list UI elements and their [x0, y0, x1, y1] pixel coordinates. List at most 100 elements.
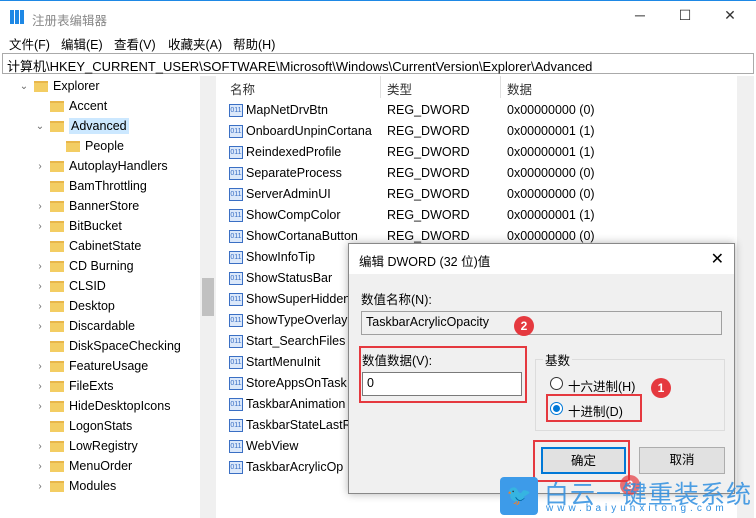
folder-icon — [50, 480, 64, 492]
dialog-title: 编辑 DWORD (32 位)值 — [359, 255, 491, 269]
tree-item[interactable]: DiskSpaceChecking — [34, 336, 181, 356]
dword-value-icon: 011 — [229, 104, 243, 117]
chevron-right-icon[interactable]: › — [34, 321, 46, 332]
value-type: REG_DWORD — [387, 187, 470, 201]
table-row[interactable]: 011 ShowCompColor REG_DWORD 0x00000001 (1) — [222, 205, 742, 226]
decimal-radio[interactable] — [550, 402, 563, 415]
value-name: TaskbarAcrylicOp — [246, 460, 344, 474]
tree-item[interactable]: › BannerStore — [34, 196, 139, 216]
tree-item-label: Discardable — [69, 319, 136, 333]
folder-icon — [50, 440, 64, 452]
tree-item[interactable]: › FeatureUsage — [34, 356, 148, 376]
value-name: ServerAdminUI — [246, 187, 331, 201]
table-row[interactable]: 011 OnboardUnpinCortana REG_DWORD 0x0000000… — [222, 121, 742, 142]
menu-file[interactable]: 文件(F) — [9, 34, 50, 53]
tree-item[interactable]: › Desktop — [34, 296, 115, 316]
dword-value-icon: 011 — [229, 461, 243, 474]
table-row[interactable]: 011 ReindexedProfile REG_DWORD 0x00000001 (… — [222, 142, 742, 163]
dialog-close-button[interactable]: ✕ — [711, 249, 724, 269]
menu-view[interactable]: 查看(V) — [114, 34, 156, 53]
chevron-down-icon[interactable]: ⌄ — [18, 81, 30, 92]
chevron-right-icon[interactable]: › — [34, 361, 46, 372]
chevron-down-icon[interactable]: ⌄ — [34, 121, 46, 132]
tree-item[interactable]: › LowRegistry — [34, 436, 137, 456]
chevron-right-icon[interactable]: › — [34, 381, 46, 392]
folder-icon — [50, 260, 64, 272]
chevron-right-icon[interactable]: › — [34, 281, 46, 292]
value-data-input[interactable]: 0 — [362, 372, 522, 396]
chevron-right-icon[interactable]: › — [34, 201, 46, 212]
watermark: 🐦 3 白云一键重装系统 www.baiyunxitong.com — [500, 475, 756, 518]
chevron-right-icon[interactable]: › — [34, 481, 46, 492]
tree-item[interactable]: › FileExts — [34, 376, 113, 396]
chevron-right-icon[interactable]: › — [34, 221, 46, 232]
value-type: REG_DWORD — [387, 208, 470, 222]
table-row[interactable]: 011 MapNetDrvBtn REG_DWORD 0x00000000 (0) — [222, 100, 742, 121]
dword-value-icon: 011 — [229, 398, 243, 411]
column-header-name[interactable]: 名称 — [230, 79, 255, 98]
hex-radio[interactable] — [550, 377, 563, 390]
table-row[interactable]: 011 ServerAdminUI REG_DWORD 0x00000000 (0) — [222, 184, 742, 205]
cancel-button[interactable]: 取消 — [639, 447, 725, 474]
chevron-right-icon[interactable]: › — [34, 161, 46, 172]
hex-label[interactable]: 十六进制(H) — [568, 376, 635, 395]
tree-item[interactable]: LogonStats — [34, 416, 132, 436]
chevron-right-icon[interactable]: › — [34, 461, 46, 472]
tree-item[interactable]: CabinetState — [34, 236, 141, 256]
ok-button[interactable]: 确定 — [541, 447, 626, 474]
minimize-button[interactable]: ─ — [625, 7, 655, 27]
menu-help[interactable]: 帮助(H) — [233, 34, 275, 53]
dword-value-icon: 011 — [229, 167, 243, 180]
column-header-type[interactable]: 类型 — [387, 79, 412, 98]
tree-item[interactable]: › HideDesktopIcons — [34, 396, 170, 416]
folder-icon — [50, 460, 64, 472]
tree-item[interactable]: Accent — [34, 96, 107, 116]
folder-icon — [50, 240, 64, 252]
chevron-right-icon[interactable]: › — [34, 441, 46, 452]
folder-icon — [50, 220, 64, 232]
tree-item[interactable]: › Modules — [34, 476, 116, 496]
tree-item[interactable]: › CD Burning — [34, 256, 134, 276]
tree-item[interactable]: People — [50, 136, 124, 156]
tree-item-label: CLSID — [69, 279, 106, 293]
address-bar[interactable]: 计算机\HKEY_CURRENT_USER\SOFTWARE\Microsoft… — [2, 53, 754, 74]
tree-item[interactable]: › CLSID — [34, 276, 106, 296]
chevron-right-icon[interactable]: › — [34, 301, 46, 312]
tree-item[interactable]: › AutoplayHandlers — [34, 156, 167, 176]
title-bar: 注册表编辑器 ─ ☐ ✕ — [0, 0, 756, 32]
folder-icon — [50, 160, 64, 172]
tree-item[interactable]: ⌄ Advanced — [34, 116, 129, 136]
value-data: 0x00000000 (0) — [507, 166, 595, 180]
chevron-right-icon[interactable]: › — [34, 401, 46, 412]
tree-item-label: Explorer — [53, 79, 100, 93]
tree-scrollbar-thumb[interactable] — [202, 278, 214, 316]
folder-icon — [50, 400, 64, 412]
close-button[interactable]: ✕ — [715, 7, 745, 27]
decimal-label[interactable]: 十进制(D) — [568, 401, 623, 420]
value-name: TaskbarAnimation — [246, 397, 346, 411]
maximize-button[interactable]: ☐ — [670, 7, 700, 27]
value-data: 0x00000000 (0) — [507, 187, 595, 201]
menu-favorites[interactable]: 收藏夹(A) — [168, 34, 222, 53]
tree-item-label: CD Burning — [69, 259, 134, 273]
value-name: ShowTypeOverlay — [246, 313, 348, 327]
tree-item[interactable]: › Discardable — [34, 316, 135, 336]
value-name: WebView — [246, 439, 299, 453]
value-name: Start_SearchFiles — [246, 334, 346, 348]
list-scrollbar[interactable] — [737, 76, 754, 518]
value-name: ShowStatusBar — [246, 271, 333, 285]
tree-item-label: Accent — [69, 99, 108, 113]
menu-edit[interactable]: 编辑(E) — [61, 34, 103, 53]
folder-icon — [50, 200, 64, 212]
value-type: REG_DWORD — [387, 229, 470, 243]
column-header-data[interactable]: 数据 — [507, 79, 532, 98]
tree-item[interactable]: ⌄ Explorer — [18, 76, 100, 96]
value-name: ShowCompColor — [246, 208, 341, 222]
chevron-right-icon[interactable]: › — [34, 261, 46, 272]
tree-item[interactable]: › MenuOrder — [34, 456, 132, 476]
tree-item[interactable]: BamThrottling — [34, 176, 147, 196]
step-badge-2: 2 — [514, 316, 534, 336]
tree-item[interactable]: › BitBucket — [34, 216, 121, 236]
table-row[interactable]: 011 SeparateProcess REG_DWORD 0x00000000 (0… — [222, 163, 742, 184]
value-data: 0x00000001 (1) — [507, 208, 595, 222]
